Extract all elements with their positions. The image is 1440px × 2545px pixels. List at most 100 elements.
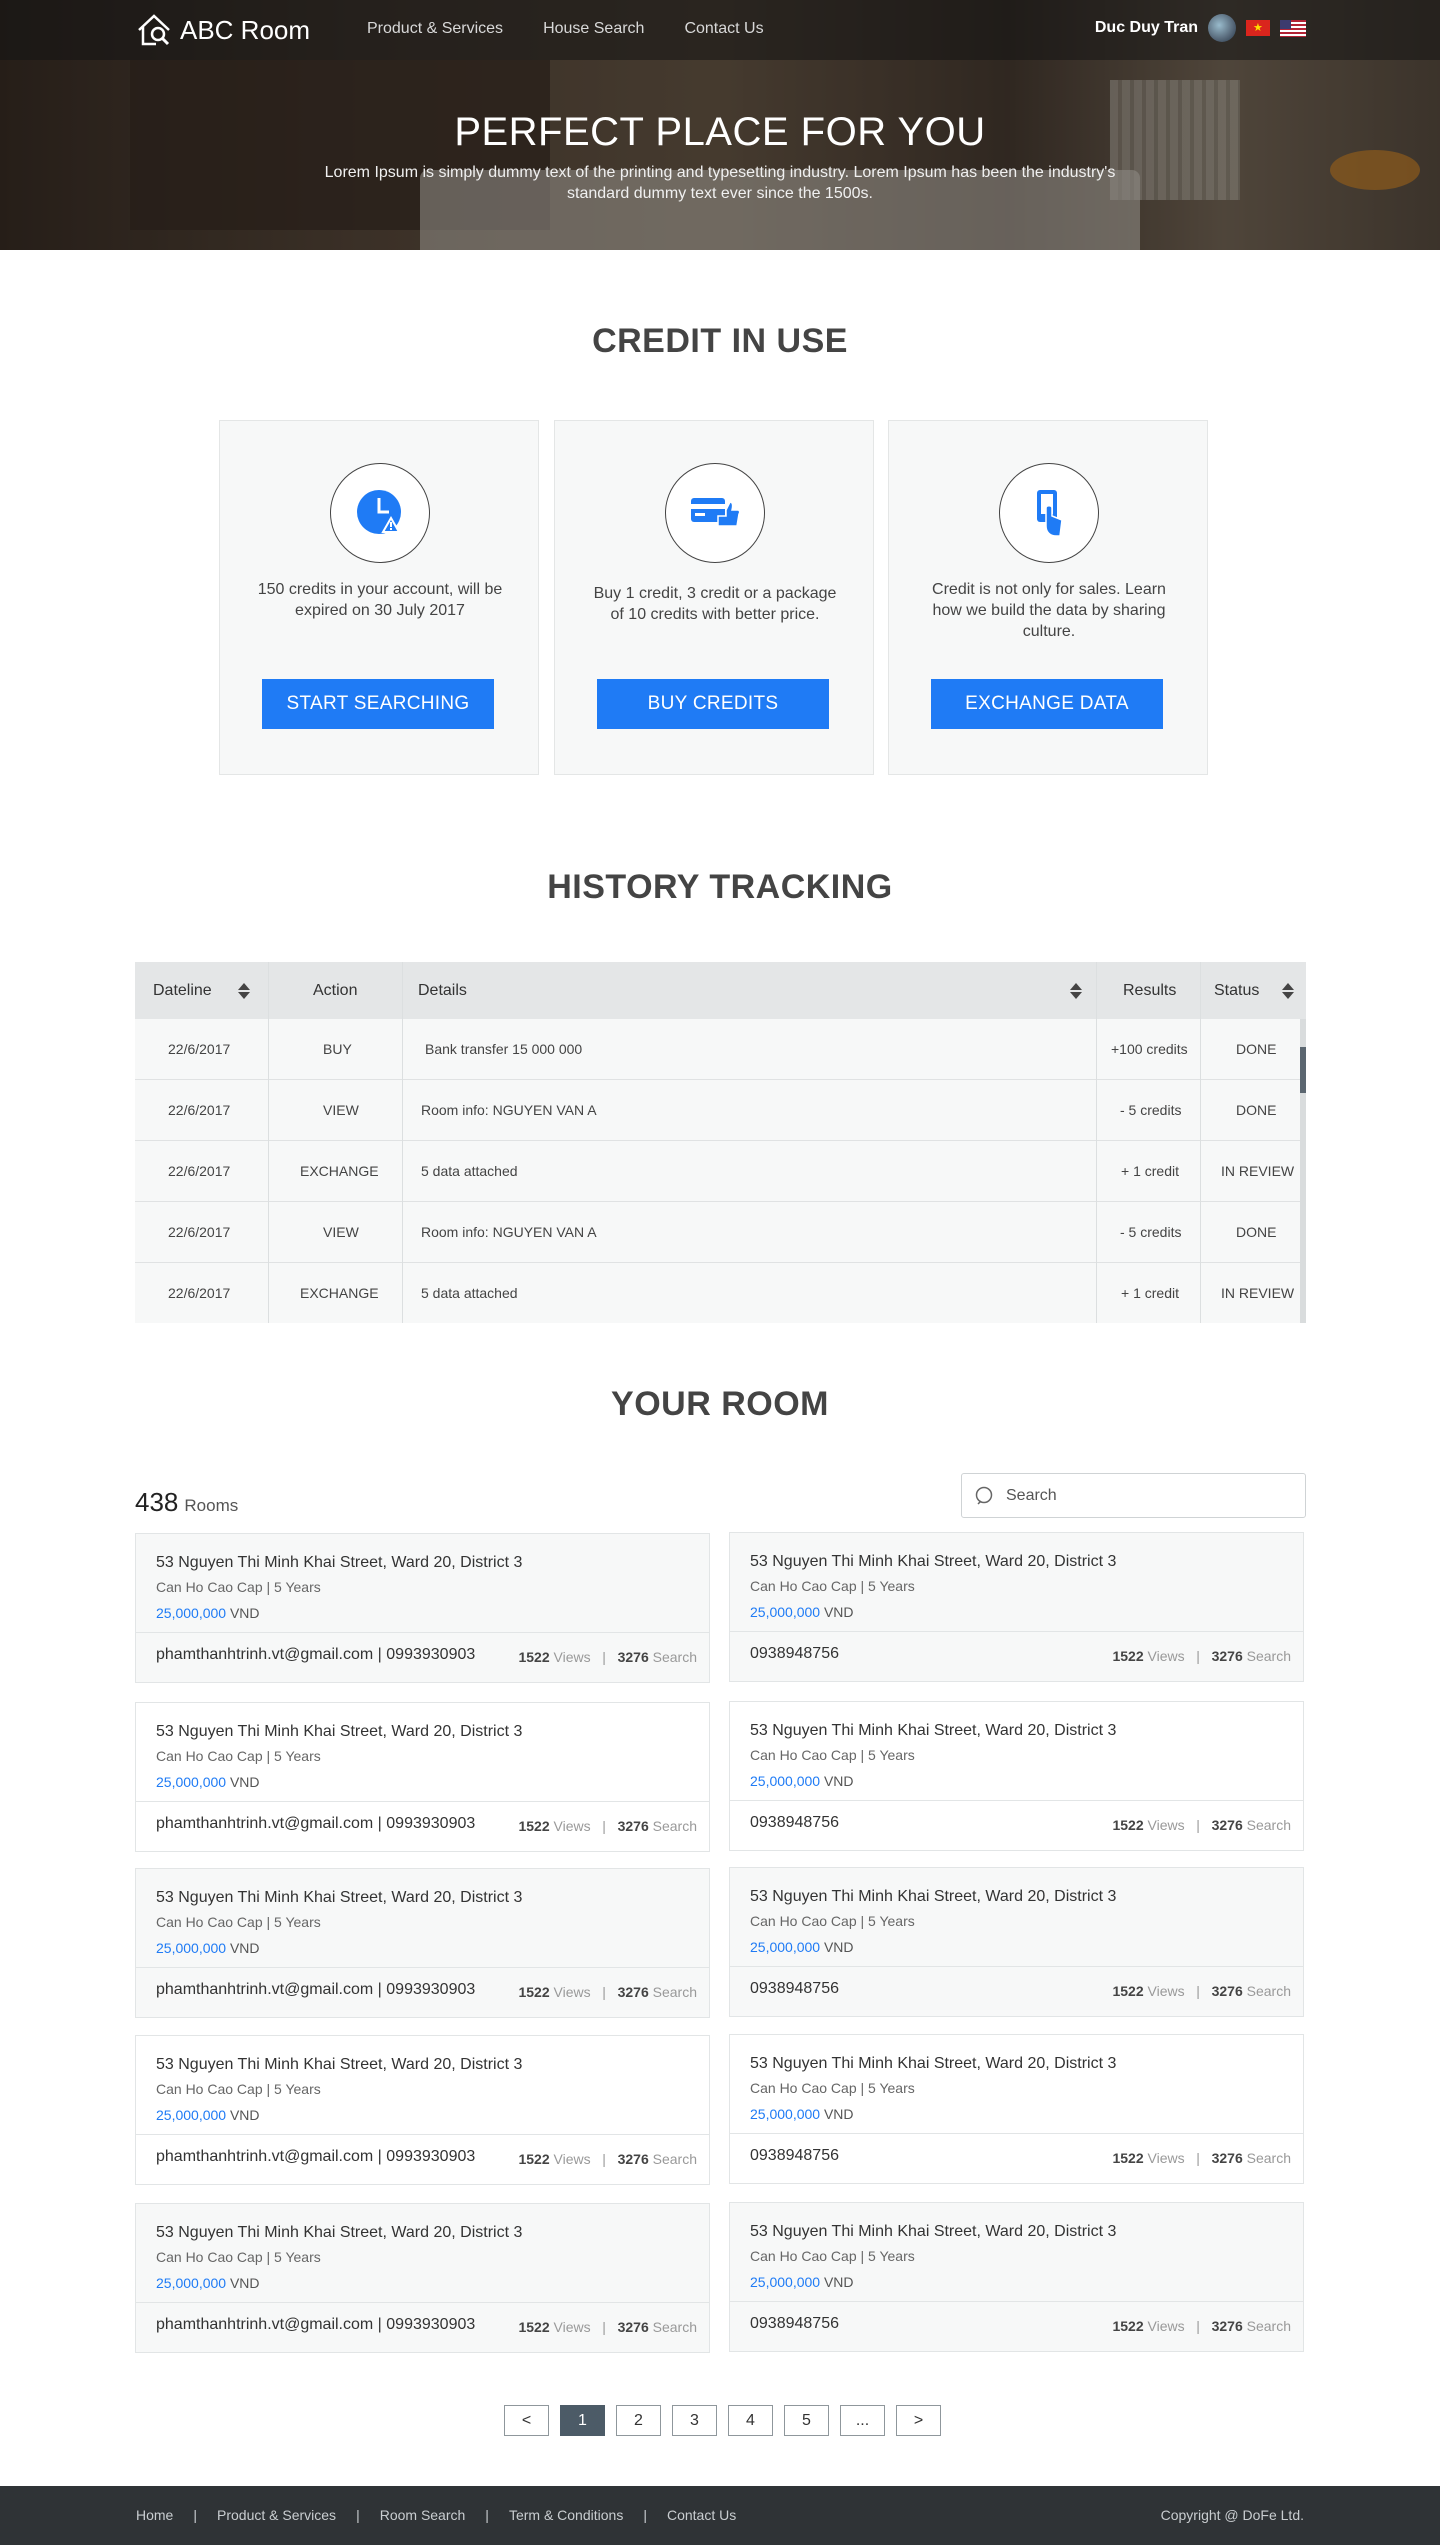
exchange-data-button[interactable]: EXCHANGE DATA [931,679,1163,729]
footer: Home | Product & Services | Room Search … [0,2486,1440,2545]
pagination: < 1 2 3 4 5 ... > [504,2405,941,2436]
page-2-button[interactable]: 2 [616,2405,661,2436]
search-icon [975,1486,993,1505]
room-address[interactable]: 53 Nguyen Thi Minh Khai Street, Ward 20,… [156,1554,522,1572]
room-views-label: Views [1147,2318,1185,2334]
table-scrollbar-thumb[interactable] [1300,1047,1306,1093]
room-stats: 1522 Views | 3276 Search [518,2151,697,2167]
column-dateline[interactable]: Dateline [153,962,212,1019]
room-card[interactable]: 53 Nguyen Thi Minh Khai Street, Ward 20,… [135,1868,710,2018]
room-card[interactable]: 53 Nguyen Thi Minh Khai Street, Ward 20,… [729,1701,1304,1851]
room-address[interactable]: 53 Nguyen Thi Minh Khai Street, Ward 20,… [750,1722,1116,1740]
table-row[interactable]: 22/6/2017 EXCHANGE 5 data attached + 1 c… [135,1263,1301,1323]
credit-card-exchange: Credit is not only for sales. Learn how … [888,420,1208,775]
room-views-count: 1522 [1112,1983,1144,1999]
room-contact: 0938948756 [750,1645,839,1662]
room-contact: 0938948756 [750,2315,839,2332]
footer-link-terms[interactable]: Term & Conditions [509,2507,623,2523]
room-price-currency: VND [823,1604,854,1620]
room-views-count: 1522 [518,1984,550,2000]
room-stats-separator: | [602,2151,606,2167]
credit-card-buy: Buy 1 credit, 3 credit or a package of 1… [554,420,874,775]
nav-contact-us[interactable]: Contact Us [684,20,763,38]
room-price: 25,000,000 VND [156,1940,260,1956]
room-price: 25,000,000 VND [750,1773,854,1789]
sort-dateline-icon[interactable] [238,982,250,1000]
room-price-currency: VND [823,1773,854,1789]
column-details[interactable]: Details [418,962,467,1019]
room-views-label: Views [553,2151,591,2167]
avatar[interactable] [1208,14,1236,42]
page-4-button[interactable]: 4 [728,2405,773,2436]
room-search-label: Search [1246,2318,1291,2334]
room-price-amount: 25,000,000 [156,2107,227,2123]
room-card[interactable]: 53 Nguyen Thi Minh Khai Street, Ward 20,… [729,1867,1304,2017]
column-action: Action [313,981,358,999]
room-card[interactable]: 53 Nguyen Thi Minh Khai Street, Ward 20,… [135,1702,710,1852]
room-card[interactable]: 53 Nguyen Thi Minh Khai Street, Ward 20,… [729,2202,1304,2352]
us-flag-icon[interactable] [1280,19,1306,37]
room-address[interactable]: 53 Nguyen Thi Minh Khai Street, Ward 20,… [750,2055,1116,2073]
buy-credits-button[interactable]: BUY CREDITS [597,679,829,729]
more-pages-button[interactable]: ... [840,2405,885,2436]
room-contact: 0938948756 [750,1814,839,1831]
nav-product-services[interactable]: Product & Services [367,20,503,38]
room-card[interactable]: 53 Nguyen Thi Minh Khai Street, Ward 20,… [729,1532,1304,1682]
table-row[interactable]: 22/6/2017 EXCHANGE 5 data attached + 1 c… [135,1141,1301,1202]
exchange-data-text: Credit is not only for sales. Learn how … [932,581,1166,640]
room-address[interactable]: 53 Nguyen Thi Minh Khai Street, Ward 20,… [156,2224,522,2242]
start-searching-button[interactable]: START SEARCHING [262,679,494,729]
room-meta: Can Ho Cao Cap | 5 Years [750,1913,915,1929]
sort-details-icon[interactable] [1070,982,1082,1000]
footer-link-product-services[interactable]: Product & Services [217,2507,336,2523]
page-3-button[interactable]: 3 [672,2405,717,2436]
nav-house-search[interactable]: House Search [543,20,644,38]
room-price-amount: 25,000,000 [156,1774,227,1790]
room-card[interactable]: 53 Nguyen Thi Minh Khai Street, Ward 20,… [135,2035,710,2185]
room-address[interactable]: 53 Nguyen Thi Minh Khai Street, Ward 20,… [750,1888,1116,1906]
room-address[interactable]: 53 Nguyen Thi Minh Khai Street, Ward 20,… [750,2223,1116,2241]
room-card[interactable]: 53 Nguyen Thi Minh Khai Street, Ward 20,… [729,2034,1304,2184]
search-input[interactable] [1006,1486,1286,1505]
room-search-count: 3276 [1211,2318,1243,2334]
vietnam-flag-icon[interactable] [1246,20,1270,36]
column-status[interactable]: Status [1214,962,1259,1019]
room-price: 25,000,000 VND [156,2275,260,2291]
table-row[interactable]: 22/6/2017 BUY Bank transfer 15 000 000 +… [135,1019,1301,1080]
next-page-button[interactable]: > [896,2405,941,2436]
room-card[interactable]: 53 Nguyen Thi Minh Khai Street, Ward 20,… [135,2203,710,2353]
room-price-amount: 25,000,000 [156,1940,227,1956]
page-1-button[interactable]: 1 [560,2405,605,2436]
house-search-icon [138,14,170,46]
room-search-label: Search [652,1818,697,1834]
prev-page-button[interactable]: < [504,2405,549,2436]
history-section-title: HISTORY TRACKING [547,868,893,906]
room-card[interactable]: 53 Nguyen Thi Minh Khai Street, Ward 20,… [135,1533,710,1683]
room-search-box[interactable] [961,1473,1306,1518]
room-search-label: Search [652,2319,697,2335]
room-search-label: Search [1246,1648,1291,1664]
footer-link-contact-us[interactable]: Contact Us [667,2507,736,2523]
hero-title: PERFECT PLACE FOR YOU [454,110,986,154]
table-row[interactable]: 22/6/2017 VIEW Room info: NGUYEN VAN A -… [135,1202,1301,1263]
footer-link-room-search[interactable]: Room Search [380,2507,466,2523]
page-5-button[interactable]: 5 [784,2405,829,2436]
room-address[interactable]: 53 Nguyen Thi Minh Khai Street, Ward 20,… [156,1723,522,1741]
room-stats-separator: | [1196,2150,1200,2166]
room-search-count: 3276 [617,1649,649,1665]
room-address[interactable]: 53 Nguyen Thi Minh Khai Street, Ward 20,… [750,1553,1116,1571]
sort-status-icon[interactable] [1282,982,1294,1000]
room-address[interactable]: 53 Nguyen Thi Minh Khai Street, Ward 20,… [156,1889,522,1907]
brand-logo[interactable]: ABC Room [136,12,310,48]
footer-link-home[interactable]: Home [136,2507,173,2523]
history-table: Dateline Action Details Results Status 2… [135,962,1306,1323]
room-price-currency: VND [229,1605,260,1621]
table-row[interactable]: 22/6/2017 VIEW Room info: NGUYEN VAN A -… [135,1080,1301,1141]
room-views-count: 1522 [1112,2318,1144,2334]
user-name[interactable]: Duc Duy Tran [1095,19,1198,37]
room-stats-separator: | [602,1649,606,1665]
room-price-amount: 25,000,000 [750,1604,821,1620]
room-address[interactable]: 53 Nguyen Thi Minh Khai Street, Ward 20,… [156,2056,522,2074]
room-search-count: 3276 [1211,2150,1243,2166]
credit-card-thumbs-up-icon [691,498,741,527]
